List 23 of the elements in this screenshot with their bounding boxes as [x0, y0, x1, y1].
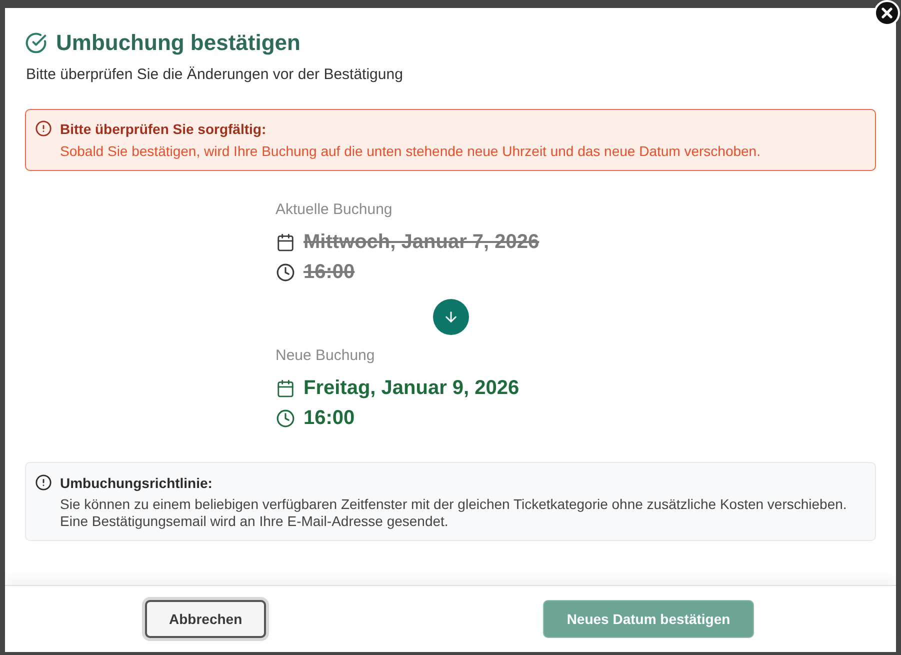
- section-label: Neue Buchung: [276, 346, 376, 366]
- close-button[interactable]: [874, 0, 900, 26]
- clock-icon: [276, 262, 294, 282]
- alert-icon: [35, 120, 52, 137]
- calendar-icon: [276, 378, 294, 398]
- booking-date: Mittwoch, Januar 7, 2026: [304, 230, 540, 254]
- warning-title: Bitte überprüfen Sie sorgfältig:: [60, 120, 268, 138]
- policy-text: Sie können zu einem beliebigen verfügbaren Zeitfenster mit der gleichen Ticketkategorie ohne zusätzliche Kosten verschieben.: [60, 496, 847, 513]
- warning-text: Sobald Sie bestätigen, wird Ihre Buchung auf die unten stehende neue Uhrzeit und das neue Datum verschoben.: [60, 142, 760, 160]
- dialog-subtitle: Bitte überprüfen Sie die Änderungen vor der Bestätigung: [26, 66, 404, 84]
- booking-time: 16:00: [304, 406, 355, 430]
- arrow-down-icon: [432, 299, 468, 335]
- clock-icon: [276, 408, 294, 428]
- cancel-button[interactable]: Abbrechen: [145, 600, 266, 638]
- check-circle-icon: [25, 32, 47, 54]
- booking-date: Freitag, Januar 9, 2026: [304, 376, 520, 400]
- dialog-title: Umbuchung bestätigen: [56, 30, 300, 56]
- calendar-icon: [276, 232, 294, 252]
- policy-text: Eine Bestätigungsemail wird an Ihre E-Mail-Adresse gesendet.: [60, 513, 450, 530]
- info-icon: [35, 474, 52, 491]
- section-label: Aktuelle Buchung: [276, 200, 394, 220]
- booking-time: 16:00: [304, 260, 355, 284]
- policy-title: Umbuchungsrichtlinie:: [60, 474, 214, 492]
